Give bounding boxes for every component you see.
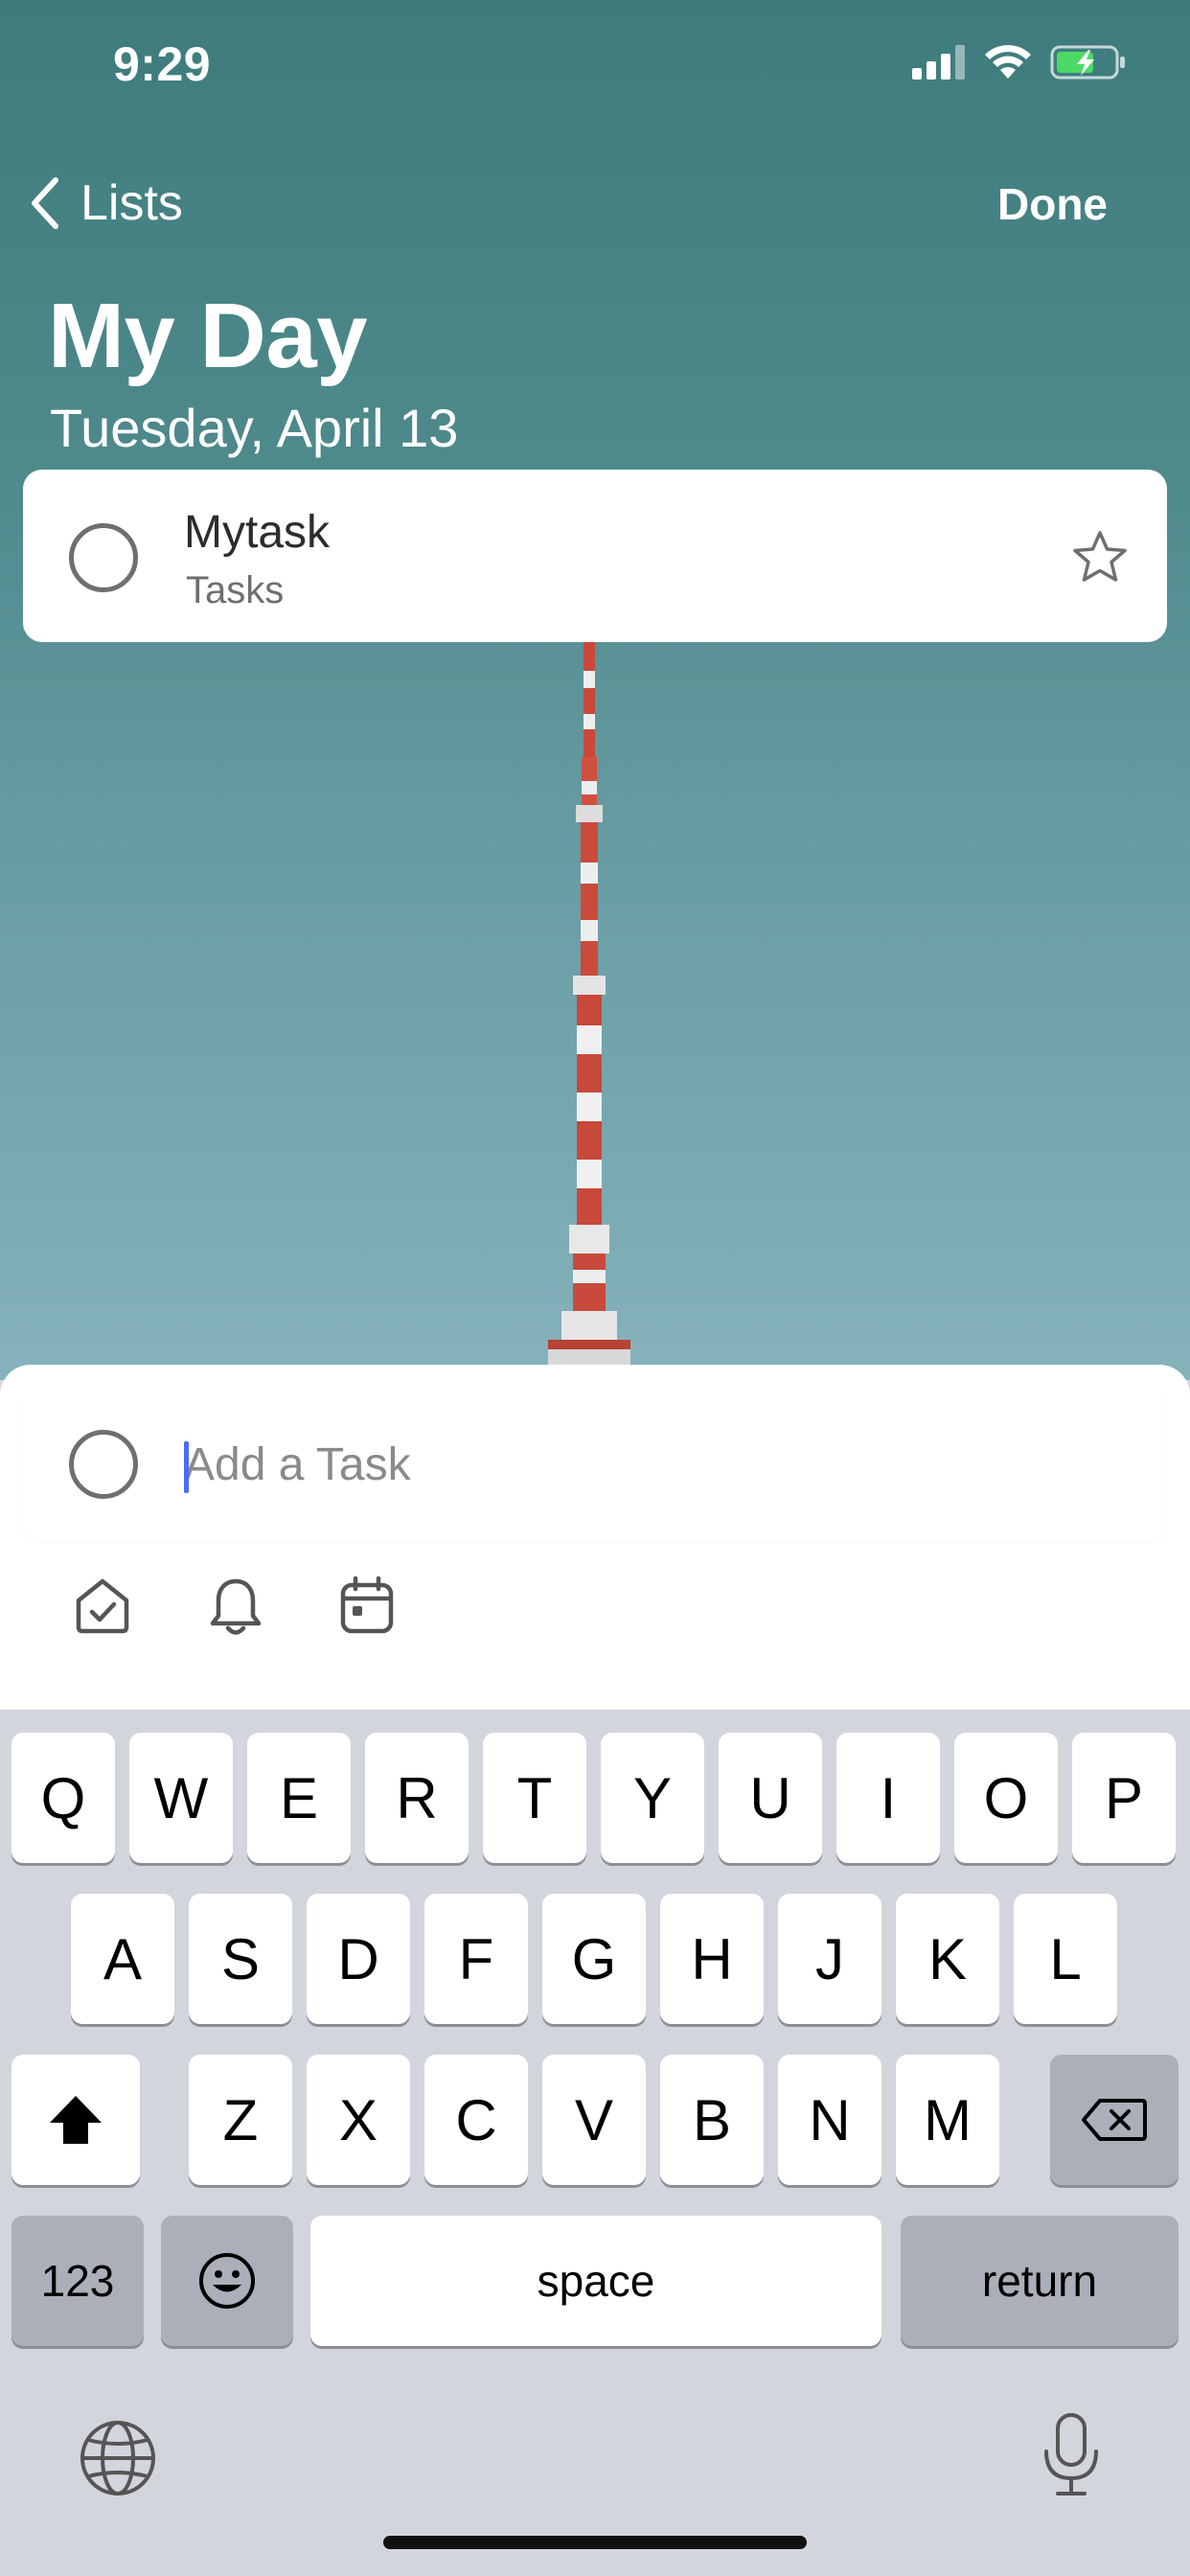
delete-key[interactable] [1050, 2055, 1179, 2185]
task-options-toolbar [0, 1576, 1190, 1671]
key-f[interactable]: F [424, 1894, 528, 2024]
key-b[interactable]: B [660, 2055, 764, 2185]
shift-key[interactable] [11, 2055, 140, 2185]
emoji-icon [199, 2253, 255, 2309]
key-u[interactable]: U [719, 1733, 822, 1863]
home-indicator [383, 2536, 807, 2549]
add-task-input[interactable] [184, 1428, 1123, 1501]
key-q[interactable]: Q [11, 1733, 115, 1863]
shift-icon [50, 2096, 102, 2144]
key-x[interactable]: X [307, 2055, 410, 2185]
globe-icon[interactable] [79, 2419, 157, 2497]
calendar-icon[interactable] [339, 1576, 395, 1635]
task-title: Mytask [184, 507, 331, 558]
key-j[interactable]: J [778, 1894, 881, 2024]
return-key[interactable]: return [901, 2216, 1179, 2346]
home-check-icon[interactable] [73, 1576, 132, 1635]
key-r[interactable]: R [365, 1733, 469, 1863]
page-date: Tuesday, April 13 [50, 398, 459, 458]
key-v[interactable]: V [542, 2055, 646, 2185]
key-a[interactable]: A [71, 1894, 174, 2024]
signal-icon [912, 45, 965, 80]
task-list-name: Tasks [186, 569, 285, 611]
keyboard: Q W E R T Y U I O P A S D F G H J K L Z … [0, 1710, 1190, 2576]
space-key[interactable]: space [310, 2216, 881, 2346]
add-task-checkbox [69, 1430, 138, 1499]
numbers-key[interactable]: 123 [11, 2216, 144, 2346]
status-time: 9:29 [113, 37, 212, 91]
key-c[interactable]: C [424, 2055, 528, 2185]
task-item[interactable]: Mytask Tasks [23, 470, 1167, 642]
key-h[interactable]: H [660, 1894, 764, 2024]
key-n[interactable]: N [778, 2055, 881, 2185]
key-t[interactable]: T [483, 1733, 586, 1863]
star-icon[interactable] [1071, 529, 1129, 585]
key-d[interactable]: D [307, 1894, 410, 2024]
key-z[interactable]: Z [189, 2055, 292, 2185]
text-caret [184, 1441, 189, 1493]
chevron-left-icon [32, 177, 58, 229]
wifi-icon [985, 45, 1031, 79]
status-bar: 9:29 [0, 0, 1190, 128]
bell-icon[interactable] [207, 1576, 264, 1637]
key-m[interactable]: M [896, 2055, 999, 2185]
backspace-icon [1082, 2099, 1147, 2141]
key-s[interactable]: S [189, 1894, 292, 2024]
key-k[interactable]: K [896, 1894, 999, 2024]
key-y[interactable]: Y [601, 1733, 704, 1863]
add-task-row [23, 1388, 1167, 1541]
emoji-key[interactable] [161, 2216, 293, 2346]
task-complete-checkbox[interactable] [69, 523, 138, 592]
battery-charging-icon [1050, 45, 1125, 80]
done-button[interactable]: Done [997, 178, 1108, 230]
key-g[interactable]: G [542, 1894, 646, 2024]
key-p[interactable]: P [1072, 1733, 1176, 1863]
key-i[interactable]: I [836, 1733, 940, 1863]
key-l[interactable]: L [1014, 1894, 1117, 2024]
status-icons [912, 44, 1127, 80]
key-o[interactable]: O [954, 1733, 1058, 1863]
page-title: My Day [48, 285, 368, 387]
key-w[interactable]: W [129, 1733, 233, 1863]
microphone-icon[interactable] [1041, 2411, 1102, 2499]
back-label: Lists [80, 175, 183, 231]
back-button[interactable]: Lists [27, 174, 183, 232]
key-e[interactable]: E [247, 1733, 351, 1863]
add-task-sheet [0, 1365, 1190, 1710]
